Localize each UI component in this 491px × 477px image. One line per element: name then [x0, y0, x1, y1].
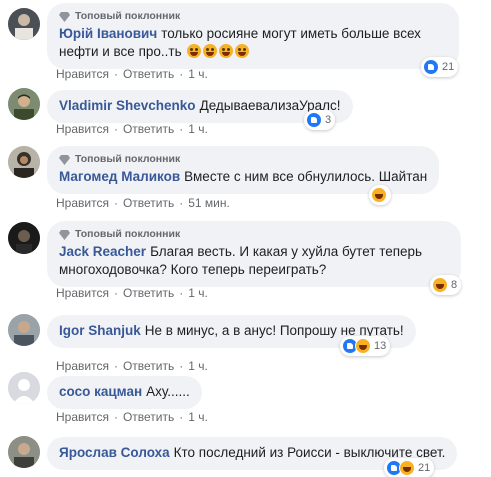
reply-link[interactable]: Ответить — [123, 121, 174, 137]
like-link[interactable]: Нравится — [56, 195, 109, 211]
like-link[interactable]: Нравится — [56, 285, 109, 301]
comment-bubble: сосо кацман Аху...... — [47, 376, 202, 409]
like-link[interactable]: Нравится — [56, 358, 109, 374]
author-name[interactable]: Jack Reacher — [59, 244, 146, 259]
reaction-count: 21 — [418, 462, 431, 474]
emoji-group — [185, 44, 250, 59]
laughing-emoji-icon — [203, 44, 218, 58]
timestamp[interactable]: 1 ч. — [188, 409, 208, 425]
diamond-icon — [59, 229, 70, 240]
avatar[interactable] — [8, 372, 40, 404]
top-fan-badge: Топовый поклонник — [59, 228, 449, 241]
author-name[interactable]: Igor Shanjuk — [59, 323, 141, 338]
comment-actions: Нравится · Ответить · 1 ч. — [56, 409, 208, 425]
comment-text: Вместе с ним все обнулилось. Шайтан — [184, 169, 428, 184]
avatar[interactable] — [8, 436, 40, 468]
author-name[interactable]: Юрій Іванович — [59, 26, 157, 41]
avatar[interactable] — [8, 8, 40, 40]
comment-actions: Нравится · Ответить · 51 мин. — [56, 195, 230, 211]
comment-bubble: Топовый поклонник Jack Reacher Благая вес… — [47, 221, 461, 287]
haha-reaction-icon — [355, 338, 371, 354]
reply-link[interactable]: Ответить — [123, 409, 174, 425]
author-name[interactable]: сосо кацман — [59, 384, 142, 399]
haha-reaction-icon — [432, 277, 448, 293]
reply-link[interactable]: Ответить — [123, 195, 174, 211]
avatar[interactable] — [8, 222, 40, 254]
top-fan-badge: Топовый поклонник — [59, 10, 447, 23]
reaction-summary[interactable]: 13 — [340, 336, 391, 356]
comment-actions: Нравится · Ответить · 1 ч. — [56, 358, 208, 374]
reply-link[interactable]: Ответить — [123, 66, 174, 82]
reaction-count: 3 — [325, 114, 332, 126]
comment-actions: Нравится · Ответить · 1 ч. — [56, 285, 208, 301]
like-reaction-icon — [306, 112, 322, 128]
timestamp[interactable]: 1 ч. — [188, 358, 208, 374]
reply-link[interactable]: Ответить — [123, 358, 174, 374]
diamond-icon — [59, 11, 70, 22]
like-link[interactable]: Нравится — [56, 66, 109, 82]
avatar[interactable] — [8, 146, 40, 178]
reaction-summary[interactable]: 21 — [384, 458, 435, 477]
reaction-summary[interactable] — [369, 185, 391, 205]
avatar[interactable] — [8, 88, 40, 120]
author-name[interactable]: Магомед Маликов — [59, 169, 180, 184]
timestamp[interactable]: 1 ч. — [188, 121, 208, 137]
like-link[interactable]: Нравится — [56, 121, 109, 137]
author-name[interactable]: Ярослав Солоха — [59, 445, 170, 460]
comment-text: Аху...... — [146, 384, 190, 399]
like-reaction-icon — [423, 59, 439, 75]
reaction-count: 21 — [442, 61, 455, 73]
haha-reaction-icon — [399, 460, 415, 476]
timestamp[interactable]: 51 мин. — [188, 195, 230, 211]
comment-actions: Нравится · Ответить · 1 ч. — [56, 121, 208, 137]
laughing-emoji-icon — [187, 44, 202, 58]
reaction-summary[interactable]: 3 — [304, 110, 336, 130]
laughing-emoji-icon — [235, 44, 250, 58]
top-fan-badge: Топовый поклонник — [59, 153, 427, 166]
like-link[interactable]: Нравится — [56, 409, 109, 425]
diamond-icon — [59, 154, 70, 165]
haha-reaction-icon — [371, 187, 387, 203]
avatar[interactable] — [8, 314, 40, 346]
reaction-count: 8 — [451, 279, 458, 291]
comment-bubble: Топовый поклонник Юрій Іванович только ро… — [47, 3, 459, 69]
timestamp[interactable]: 1 ч. — [188, 66, 208, 82]
reaction-count: 13 — [374, 340, 387, 352]
author-name[interactable]: Vladimir Shevchenko — [59, 98, 196, 113]
comment-actions: Нравится · Ответить · 1 ч. — [56, 66, 208, 82]
timestamp[interactable]: 1 ч. — [188, 285, 208, 301]
laughing-emoji-icon — [219, 44, 234, 58]
reaction-summary[interactable]: 8 — [430, 275, 462, 295]
reply-link[interactable]: Ответить — [123, 285, 174, 301]
reaction-summary[interactable]: 21 — [421, 57, 459, 77]
